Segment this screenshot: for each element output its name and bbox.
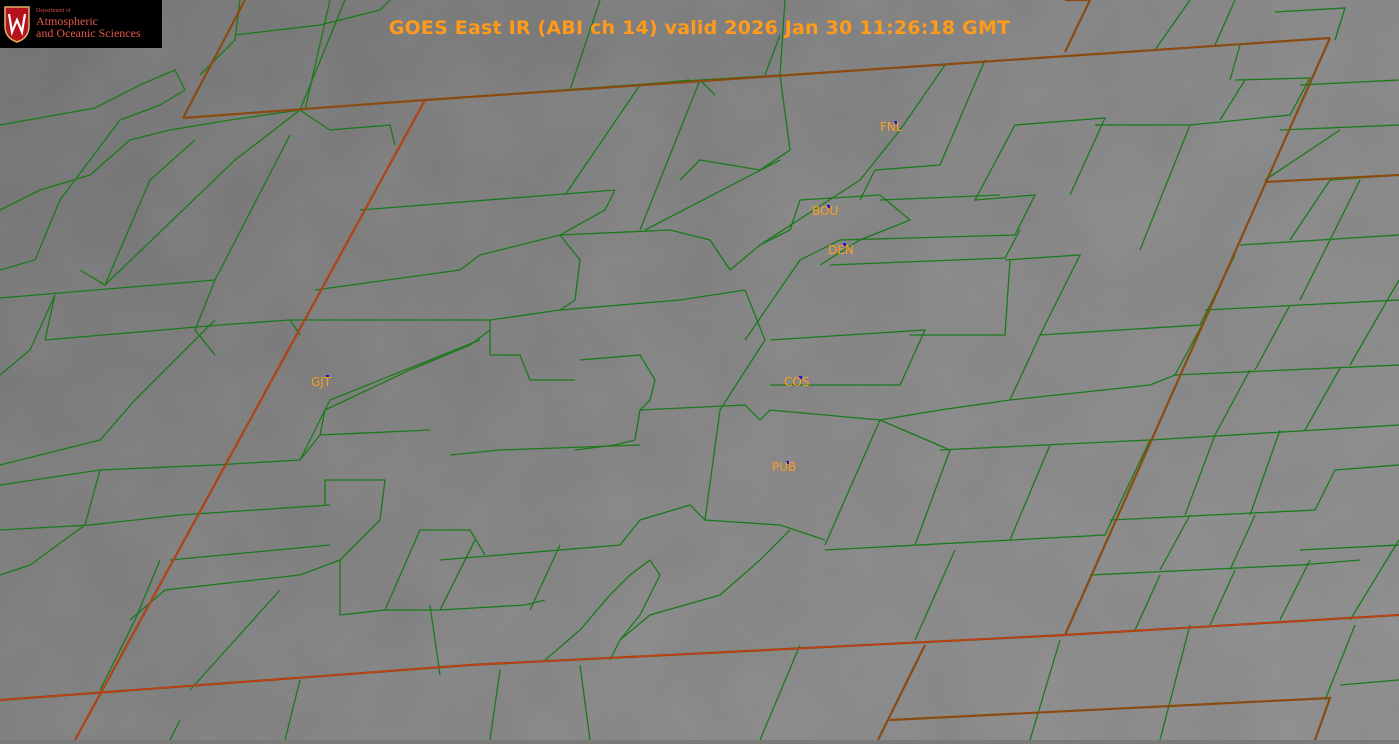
- satellite-map: FNL BOU DEN GJT COS PUB: [0, 0, 1399, 741]
- image-title: GOES East IR (ABI ch 14) valid 2026 Jan …: [388, 17, 1011, 39]
- station-label-fnl: FNL: [880, 120, 903, 134]
- station-label-bou: BOU: [812, 204, 838, 218]
- station-label-cos: COS: [784, 375, 809, 389]
- station-label-gjt: GJT: [311, 375, 332, 389]
- station-label-pub: PUB: [772, 460, 796, 474]
- map-overlay: FNL BOU DEN GJT COS PUB: [0, 0, 1399, 741]
- station-label-den: DEN: [828, 243, 854, 257]
